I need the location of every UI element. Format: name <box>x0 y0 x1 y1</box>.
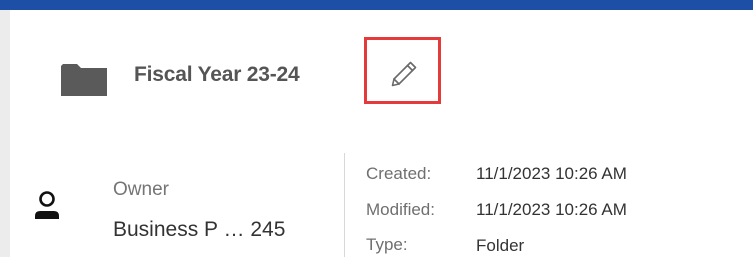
folder-title: Fiscal Year 23-24 <box>134 63 300 86</box>
left-panel-edge <box>0 10 10 257</box>
folder-icon <box>61 62 107 96</box>
created-value: 11/1/2023 10:26 AM <box>476 164 627 183</box>
modified-label: Modified: <box>366 200 435 219</box>
details-divider <box>344 153 345 257</box>
owner-value: Business P … 245 <box>113 218 286 241</box>
edit-name-button[interactable] <box>364 37 441 104</box>
pencil-icon <box>391 61 417 87</box>
created-label: Created: <box>366 164 432 183</box>
owner-label: Owner <box>113 179 169 200</box>
modified-value: 11/1/2023 10:26 AM <box>476 200 627 219</box>
type-label: Type: <box>366 235 408 254</box>
accent-top-bar <box>0 0 753 10</box>
type-value: Folder <box>476 236 525 255</box>
person-icon <box>34 190 60 224</box>
